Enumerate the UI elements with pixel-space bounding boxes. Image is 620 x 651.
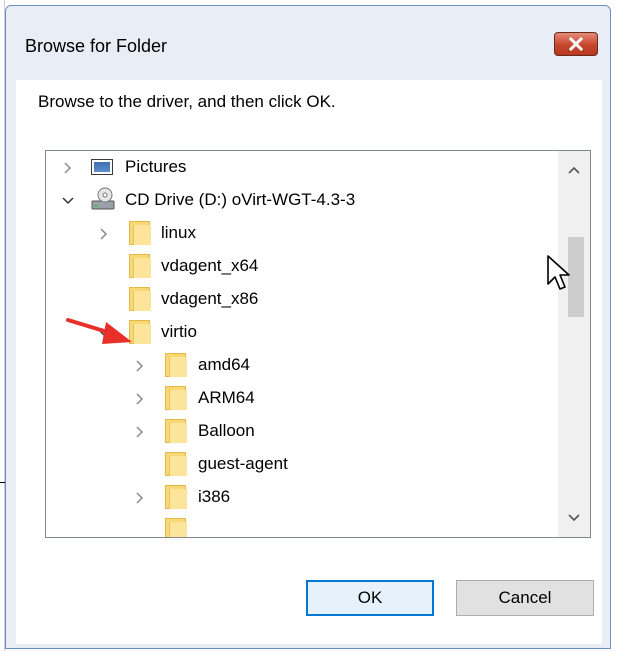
tree-item-label: guest-agent (198, 454, 288, 473)
folder-icon (165, 452, 187, 476)
ok-button[interactable]: OK (306, 580, 434, 616)
folder-icon (165, 353, 187, 377)
tree-item-pictures[interactable]: Pictures (46, 151, 556, 184)
tree-item-label: ARM64 (198, 388, 255, 407)
tree-item-label: Pictures (125, 157, 187, 176)
chevron-right-icon[interactable] (60, 151, 76, 184)
chevron-down-icon (568, 514, 580, 522)
tree-item-label: i386 (198, 487, 231, 506)
scroll-down-button[interactable] (558, 499, 590, 537)
tree-item-partial[interactable] (46, 514, 556, 537)
chevron-right-icon[interactable] (96, 217, 112, 250)
tree-item-label: Balloon (198, 421, 255, 440)
dialog-body: Browse to the driver, and then click OK.… (16, 80, 602, 644)
close-icon (569, 37, 583, 51)
tree-item-arm64[interactable]: ARM64 (46, 382, 556, 415)
instruction-text: Browse to the driver, and then click OK. (38, 92, 336, 111)
dialog-title: Browse for Folder (25, 36, 168, 56)
folder-icon (165, 485, 187, 509)
tree-item-label: linux (161, 223, 196, 242)
folder-icon (165, 419, 187, 443)
pictures-icon (91, 159, 113, 175)
tree-item-vdagent-x64[interactable]: vdagent_x64 (46, 250, 556, 283)
tree-item-balloon[interactable]: Balloon (46, 415, 556, 448)
tree-item-label: CD Drive (D:) oVirt-WGT-4.3-3 (125, 190, 356, 209)
mouse-cursor-icon (547, 255, 570, 290)
chevron-right-icon[interactable] (132, 415, 148, 448)
folder-icon (165, 386, 187, 410)
vertical-scrollbar[interactable] (558, 151, 590, 537)
chevron-right-icon[interactable] (132, 481, 148, 514)
red-arrow-annotation-icon (66, 318, 132, 344)
chevron-down-icon[interactable] (60, 184, 76, 217)
tree-item-linux[interactable]: linux (46, 217, 556, 250)
folder-icon (129, 287, 151, 311)
tree-item-cd-drive[interactable]: CD Drive (D:) oVirt-WGT-4.3-3 (46, 184, 556, 217)
tree-item-label: virtio (161, 322, 197, 341)
chevron-right-icon[interactable] (132, 382, 148, 415)
tree-item-label: vdagent_x64 (161, 256, 259, 275)
title-bar[interactable]: Browse for Folder (6, 6, 610, 80)
folder-icon (129, 221, 151, 245)
close-button[interactable] (554, 32, 598, 56)
folder-icon (165, 518, 187, 537)
tree-item-vdagent-x86[interactable]: vdagent_x86 (46, 283, 556, 316)
scroll-up-button[interactable] (558, 151, 590, 189)
tree-item-label: vdagent_x86 (161, 289, 259, 308)
tree-item-guest-agent[interactable]: guest-agent (46, 448, 556, 481)
cd-drive-icon (91, 187, 115, 210)
folder-icon (129, 254, 151, 278)
chevron-up-icon (568, 166, 580, 174)
tree-item-i386[interactable]: i386 (46, 481, 556, 514)
tree-item-label: amd64 (198, 355, 250, 374)
cancel-button[interactable]: Cancel (456, 580, 594, 616)
